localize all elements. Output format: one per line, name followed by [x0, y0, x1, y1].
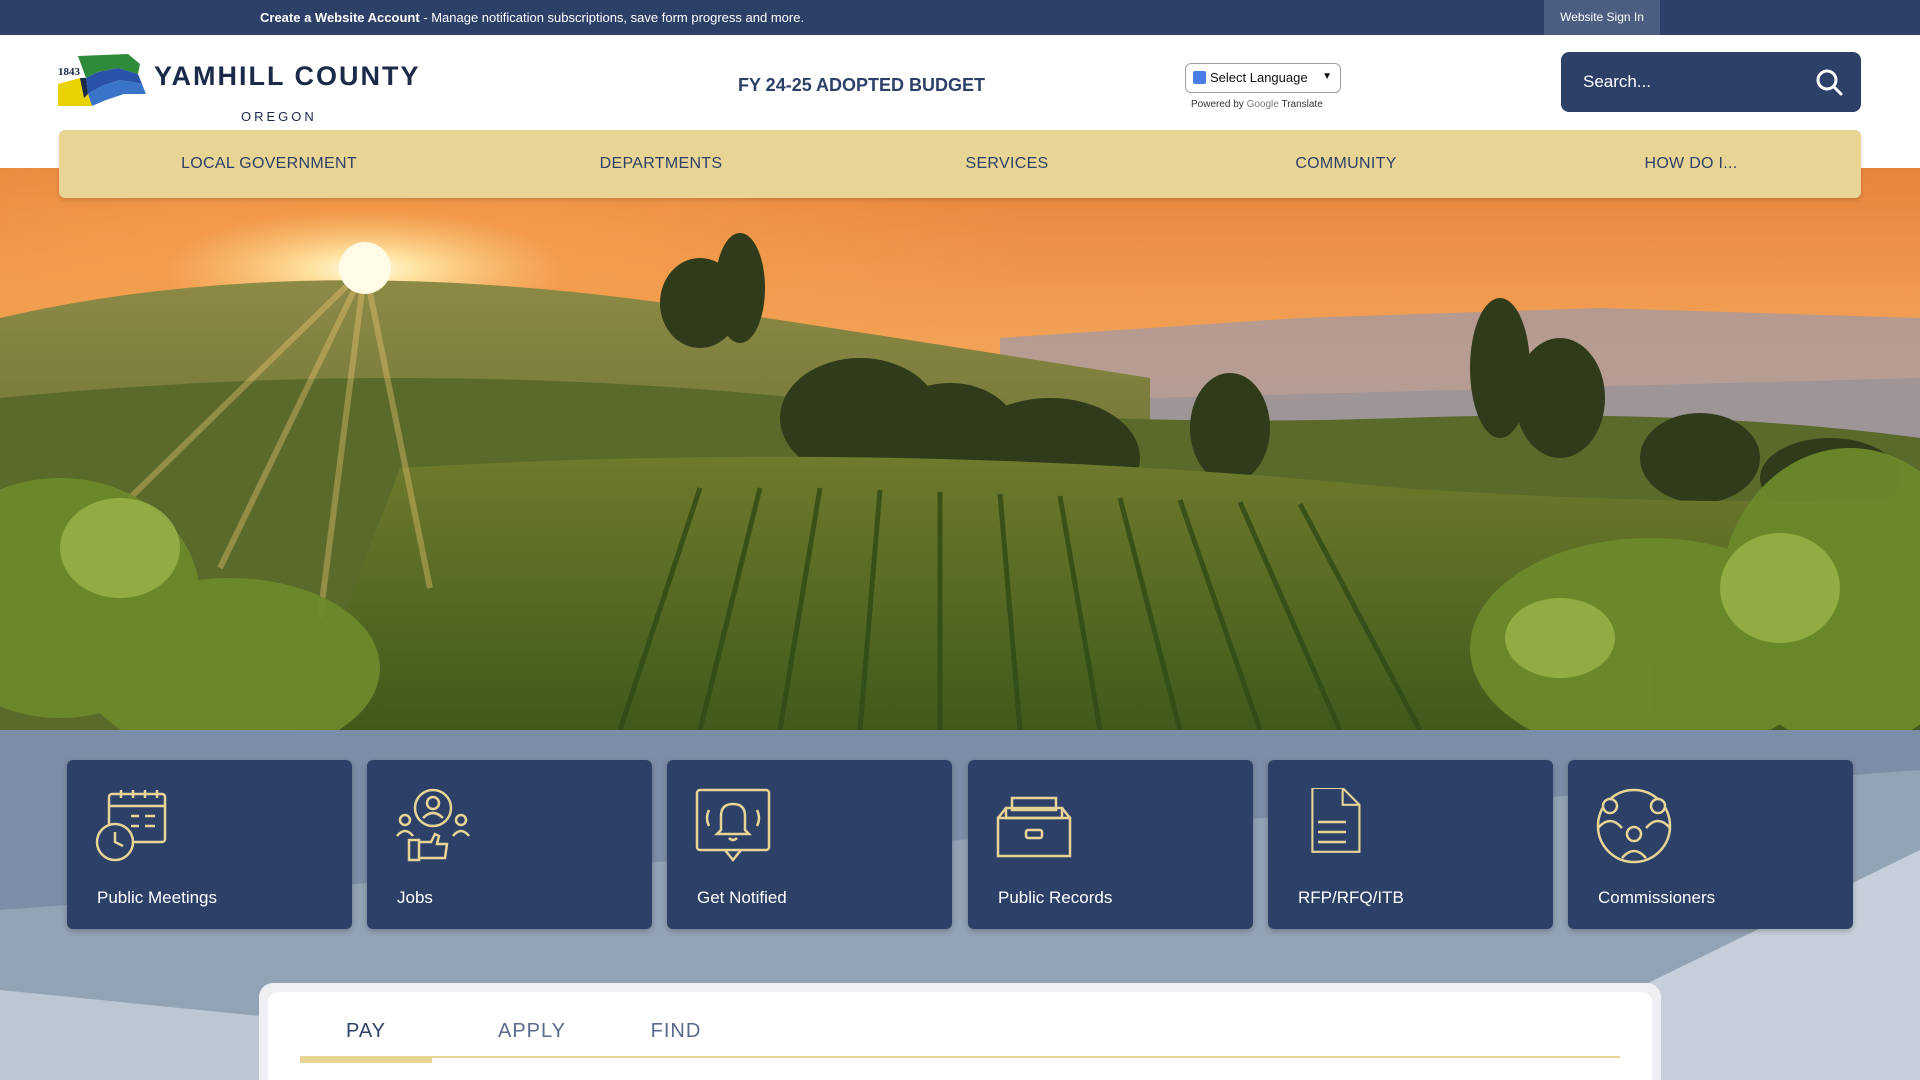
- search-icon[interactable]: [1813, 66, 1845, 98]
- bell-notification-icon: [695, 788, 771, 863]
- tab-find[interactable]: FIND: [610, 1020, 742, 1058]
- quick-link-get-notified[interactable]: Get Notified: [667, 760, 952, 929]
- services-panel-frame: PAY APPLY FIND: [259, 983, 1661, 1080]
- people-group-icon: [1596, 788, 1672, 864]
- quick-link-label: Get Notified: [697, 888, 787, 907]
- logo-year: 1843: [58, 66, 80, 78]
- account-message: Create a Website Account - Manage notifi…: [260, 10, 804, 25]
- translate-link[interactable]: Translate: [1281, 99, 1322, 110]
- powered-by-text: Powered by: [1191, 99, 1244, 110]
- quick-link-label: RFP/RFQ/ITB: [1298, 888, 1404, 907]
- nav-community[interactable]: COMMUNITY: [1295, 130, 1396, 198]
- account-message-text: - Manage notification subscriptions, sav…: [419, 10, 805, 25]
- powered-by: Powered by Google Translate: [1185, 99, 1341, 110]
- nav-departments[interactable]: DEPARTMENTS: [600, 130, 723, 198]
- quick-link-public-meetings[interactable]: Public Meetings: [67, 760, 352, 929]
- search-input[interactable]: [1583, 68, 1803, 96]
- service-tabs: PAY APPLY FIND: [300, 1020, 1620, 1063]
- calendar-clock-icon: [95, 790, 167, 862]
- archive-box-icon: [996, 796, 1072, 858]
- quick-link-commissioners[interactable]: Commissioners: [1568, 760, 1853, 929]
- services-panel: PAY APPLY FIND: [268, 992, 1652, 1080]
- nav-local-government[interactable]: LOCAL GOVERNMENT: [181, 130, 357, 198]
- top-bar: Create a Website Account - Manage notifi…: [0, 0, 1920, 35]
- active-tab-indicator: [300, 1057, 432, 1063]
- vineyard-sunset-illustration: [0, 168, 1920, 730]
- tab-find-label: FIND: [650, 1020, 702, 1042]
- tab-apply-label: APPLY: [498, 1020, 566, 1042]
- tab-pay-label: PAY: [345, 1020, 387, 1042]
- quick-link-label: Jobs: [397, 888, 433, 907]
- quick-link-label: Public Records: [998, 888, 1113, 907]
- google-link[interactable]: Google: [1247, 99, 1279, 110]
- tab-apply[interactable]: APPLY: [466, 1020, 598, 1058]
- logo-state: OREGON: [241, 109, 317, 124]
- tab-pay[interactable]: PAY: [300, 1020, 432, 1063]
- create-account-link[interactable]: Create a Website Account: [260, 10, 420, 25]
- hero-image: [0, 168, 1920, 730]
- quick-link-public-records[interactable]: Public Records: [968, 760, 1253, 929]
- county-logo[interactable]: 1843 YAMHILL COUNTY OREGON: [58, 54, 419, 124]
- language-select[interactable]: Select Language ▼: [1185, 63, 1341, 93]
- search-box: [1561, 52, 1861, 112]
- budget-link[interactable]: FY 24-25 ADOPTED BUDGET: [738, 75, 985, 96]
- quick-links-section: Public Meetings Jobs Get Notified Public…: [0, 730, 1920, 1080]
- google-translate: Select Language ▼ Powered by Google Tran…: [1185, 63, 1341, 110]
- quick-link-jobs[interactable]: Jobs: [367, 760, 652, 929]
- google-translate-icon: [1193, 71, 1206, 84]
- nav-services[interactable]: SERVICES: [965, 130, 1048, 198]
- county-seal-icon: [58, 54, 146, 106]
- chevron-down-icon: ▼: [1322, 71, 1332, 82]
- quick-link-label: Public Meetings: [97, 888, 218, 907]
- document-icon: [1311, 788, 1361, 853]
- quick-link-label: Commissioners: [1598, 888, 1716, 907]
- sign-in-button[interactable]: Website Sign In: [1544, 0, 1660, 35]
- logo-name: YAMHILL COUNTY: [154, 61, 421, 91]
- language-select-label: Select Language: [1210, 70, 1308, 85]
- nav-how-do-i[interactable]: HOW DO I...: [1644, 130, 1737, 198]
- jobs-people-icon: [396, 788, 470, 862]
- quick-link-rfp[interactable]: RFP/RFQ/ITB: [1268, 760, 1553, 929]
- main-nav: LOCAL GOVERNMENT DEPARTMENTS SERVICES CO…: [59, 130, 1861, 198]
